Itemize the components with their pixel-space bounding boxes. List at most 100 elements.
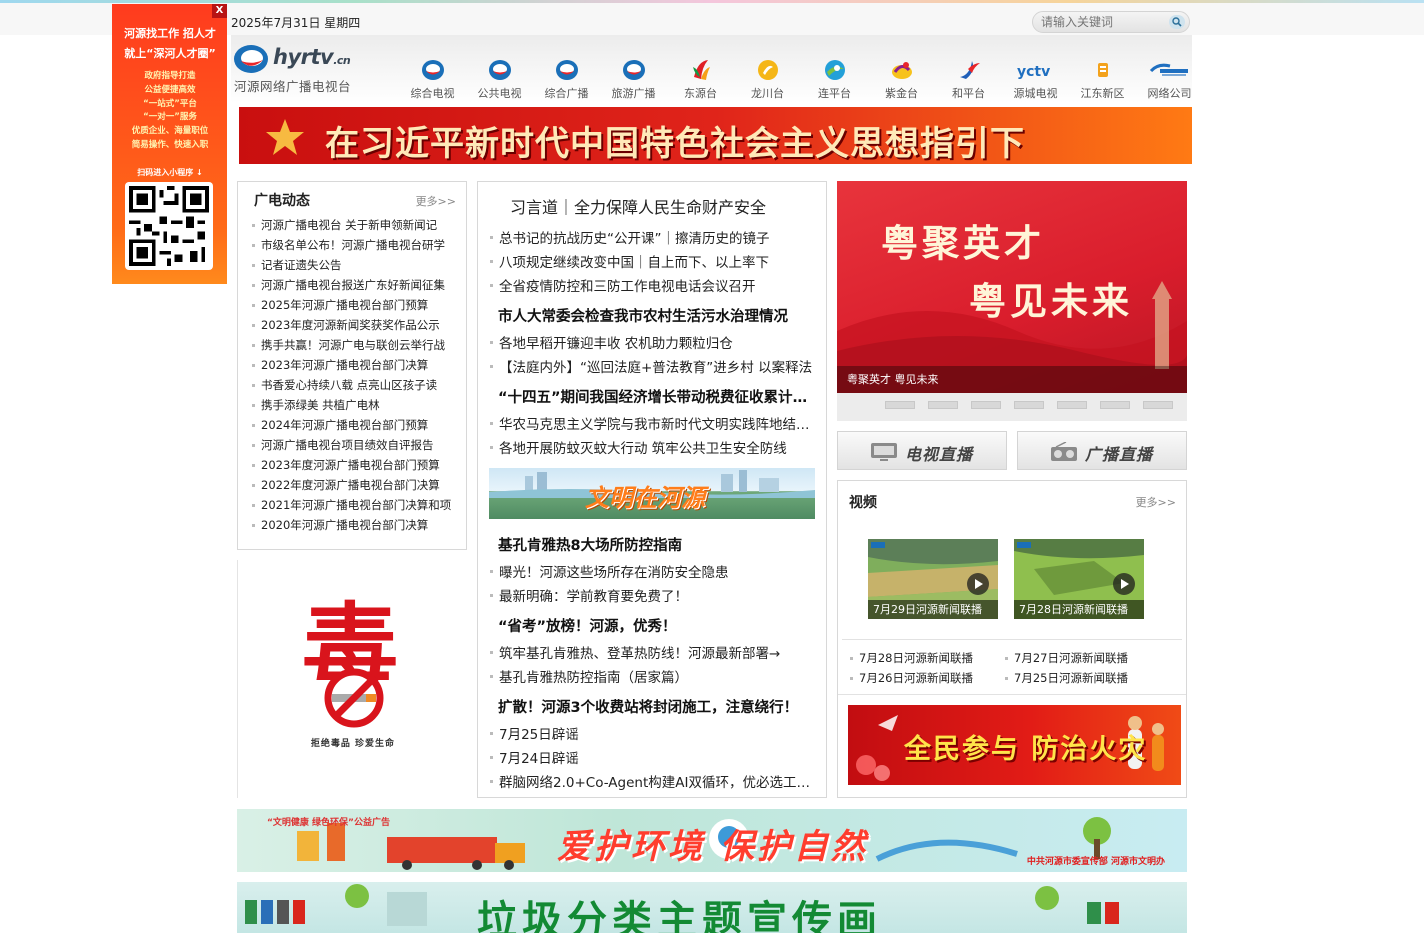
logo-wordmark: hyrtv.cn bbox=[273, 45, 351, 69]
headline[interactable]: 习言道｜全力保障人民生命财产安全 bbox=[510, 194, 766, 218]
section-title: 广电动态 bbox=[254, 193, 310, 209]
fire-prevention-banner[interactable]: 全民参与 防治火灾 bbox=[848, 705, 1181, 785]
fire-banner-text: 全民参与 防治火灾 bbox=[904, 734, 1148, 765]
news-link[interactable]: 华农马克思主义学院与我市新时代文明实践阵地结对共建 bbox=[490, 413, 820, 433]
slider-dot[interactable] bbox=[1057, 401, 1087, 409]
close-ad-button[interactable]: X bbox=[212, 4, 227, 18]
logo-suffix: .cn bbox=[333, 54, 351, 67]
site-logo[interactable]: hyrtv.cn 河源网络广播电视台 bbox=[233, 41, 388, 97]
tv-logo-icon bbox=[488, 60, 511, 80]
nav-item-jiangdong[interactable]: 江东新区 bbox=[1069, 57, 1136, 101]
list-item[interactable]: 2024年河源广播电视台部门预算 bbox=[252, 415, 451, 435]
video-caption: 7月29日河源新闻联播 bbox=[868, 600, 998, 619]
play-icon bbox=[967, 573, 989, 595]
news-link[interactable]: 八项规定继续改变中国｜自上而下、以上率下 bbox=[490, 251, 820, 271]
bold-headline[interactable]: “省考”放榜！河源，优秀！ bbox=[498, 615, 816, 636]
radio-live-button[interactable]: 广播直播 bbox=[1017, 431, 1187, 470]
slider-dot[interactable] bbox=[1143, 401, 1173, 409]
slogan-text: 在习近平新时代中国特色社会主义思想指引下 bbox=[325, 124, 1025, 164]
more-link[interactable]: 更多>> bbox=[1136, 494, 1176, 510]
video-link[interactable]: 7月26日河源新闻联播 bbox=[850, 670, 973, 686]
bold-headline[interactable]: 基孔肯雅热8大场所防控指南 bbox=[498, 534, 816, 555]
news-link[interactable]: 基孔肯雅热防控指南（居家篇） bbox=[490, 666, 820, 686]
more-link[interactable]: 更多>> bbox=[416, 193, 456, 209]
news-link[interactable]: 7月24日辟谣 bbox=[490, 747, 820, 767]
tv-live-button[interactable]: 电视直播 bbox=[837, 431, 1007, 470]
dongyuan-logo-icon bbox=[692, 60, 710, 80]
slogan-banner[interactable]: 在习近平新时代中国特色社会主义思想指引下 bbox=[239, 107, 1192, 164]
nav-item-lvyou-radio[interactable]: 旅游广播 bbox=[600, 57, 667, 101]
list-item[interactable]: 河源广播电视台 关于新申领新闻记 bbox=[252, 215, 451, 235]
nav-item-zonghe-radio[interactable]: 综合广播 bbox=[533, 57, 600, 101]
list-item[interactable]: 市级名单公布！河源广播电视台研学 bbox=[252, 235, 451, 255]
anti-drug-ad[interactable]: 毒 拒绝毒品 珍爱生命 bbox=[237, 560, 467, 798]
nav-item-longchuan[interactable]: 龙川台 bbox=[734, 57, 801, 101]
search-input[interactable] bbox=[1041, 14, 1159, 30]
hero-slider[interactable]: 粤聚英才 粤见未来 粤聚英才 粤见未来 bbox=[837, 181, 1187, 421]
nav-item-yuancheng[interactable]: yctv 源城电视 bbox=[1002, 57, 1069, 101]
list-item[interactable]: 2025年河源广播电视台部门预算 bbox=[252, 295, 451, 315]
tv-logo-icon bbox=[555, 60, 578, 80]
nav-label: 源城电视 bbox=[1013, 87, 1058, 100]
list-item[interactable]: 2023年河源广播电视台部门决算 bbox=[252, 355, 451, 375]
slider-dot[interactable] bbox=[1014, 401, 1044, 409]
news-link[interactable]: 筑牢基孔肯雅热、登革热防线！河源最新部署→ bbox=[490, 642, 820, 662]
floating-recruitment-ad[interactable]: X 河源找工作 招人才 就上“深河人才圈” 政府指导打造 公益便捷高效 “一站式… bbox=[112, 4, 227, 284]
nav-item-network[interactable]: 网络公司 bbox=[1136, 57, 1203, 101]
slider-dot[interactable] bbox=[928, 401, 958, 409]
nav-label: 连平台 bbox=[818, 87, 851, 100]
news-link[interactable]: 最新明确：学前教育要免费了！ bbox=[490, 585, 820, 605]
search-icon bbox=[1172, 17, 1182, 27]
search-box bbox=[1032, 11, 1190, 33]
list-item[interactable]: 2022年度河源广播电视台部门决算 bbox=[252, 475, 451, 495]
qr-code-icon bbox=[129, 186, 209, 266]
video-thumbnail[interactable]: 7月28日河源新闻联播 bbox=[1014, 539, 1144, 619]
list-item[interactable]: 2020年河源广播电视台部门决算 bbox=[252, 515, 451, 535]
video-link[interactable]: 7月25日河源新闻联播 bbox=[1005, 670, 1128, 686]
bold-headline[interactable]: 扩散！河源3个收费站将封闭施工，注意绕行！ bbox=[498, 696, 816, 717]
ad-line: “一对一”服务 bbox=[143, 112, 197, 123]
nav-label: 旅游广播 bbox=[611, 87, 656, 100]
news-link[interactable]: 【法庭内外】“巡回法庭+普法教育”进乡村 以案释法 bbox=[490, 356, 820, 376]
heping-logo-icon bbox=[959, 61, 980, 79]
bold-headline[interactable]: 市人大常委会检查我市农村生活污水治理情况 bbox=[498, 305, 816, 326]
nav-item-zijin[interactable]: 紫金台 bbox=[868, 57, 935, 101]
slider-dot[interactable] bbox=[971, 401, 1001, 409]
list-item[interactable]: 河源广播电视台报送广东好新闻征集 bbox=[252, 275, 451, 295]
slider-dot[interactable] bbox=[885, 401, 915, 409]
list-item[interactable]: 书香爱心持续八载 点亮山区孩子读 bbox=[252, 375, 451, 395]
wenming-banner[interactable]: 文明在河源 bbox=[489, 468, 815, 519]
news-link[interactable]: 各地早稻开镰迎丰收 农机助力颗粒归仓 bbox=[490, 332, 820, 352]
radio-icon bbox=[1051, 442, 1077, 461]
news-link[interactable]: 群脑网络2.0+Co-Agent构建AI双循环，优必选工业人形机器人 bbox=[490, 771, 820, 791]
list-item[interactable]: 2021年河源广播电视台部门决算和项 bbox=[252, 495, 451, 515]
list-item[interactable]: 携手共赢！河源广电与联创云举行战 bbox=[252, 335, 451, 355]
video-link[interactable]: 7月27日河源新闻联播 bbox=[1005, 650, 1128, 666]
garbage-sorting-banner[interactable]: 垃圾分类主题宣传画 bbox=[237, 882, 1187, 933]
news-link[interactable]: 曝光！河源这些场所存在消防安全隐患 bbox=[490, 561, 820, 581]
slider-dot[interactable] bbox=[1100, 401, 1130, 409]
news-link[interactable]: 7月25日辟谣 bbox=[490, 723, 820, 743]
list-item[interactable]: 2023年度河源广播电视台部门预算 bbox=[252, 455, 451, 475]
news-link[interactable]: 各地开展防蚊灭蚊大行动 筑牢公共卫生安全防线 bbox=[490, 437, 820, 457]
nav-item-lianping[interactable]: 连平台 bbox=[801, 57, 868, 101]
news-link[interactable]: 全省疫情防控和三防工作电视电话会议召开 bbox=[490, 275, 820, 295]
video-link[interactable]: 7月28日河源新闻联播 bbox=[850, 650, 973, 666]
list-item[interactable]: 河源广播电视台项目绩效自评报告 bbox=[252, 435, 451, 455]
news-link[interactable]: 总书记的抗战历史“公开课”｜擦清历史的镜子 bbox=[490, 227, 820, 247]
nav-item-dongyuan[interactable]: 东源台 bbox=[667, 57, 734, 101]
list-item[interactable]: 携手添绿美 共植广电林 bbox=[252, 395, 451, 415]
search-button[interactable] bbox=[1169, 15, 1185, 29]
logo-subtitle: 河源网络广播电视台 bbox=[234, 79, 352, 94]
list-item[interactable]: 2023年度河源新闻奖获奖作品公示 bbox=[252, 315, 451, 335]
nav-item-gonggong-tv[interactable]: 公共电视 bbox=[466, 57, 533, 101]
list-item[interactable]: 记者证遗失公告 bbox=[252, 255, 451, 275]
nav-item-heping[interactable]: 和平台 bbox=[935, 57, 1002, 101]
nav-item-zonghe-tv[interactable]: 综合电视 bbox=[399, 57, 466, 101]
nav-label: 综合电视 bbox=[410, 87, 455, 100]
bold-headline[interactable]: “十四五”期间我国经济增长带动税费征收累计增长 bbox=[498, 386, 816, 407]
video-thumbnail[interactable]: 7月29日河源新闻联播 bbox=[868, 539, 998, 619]
no-drugs-icon: 毒 bbox=[302, 594, 398, 728]
wenming-title: 文明在河源 bbox=[585, 484, 705, 512]
environment-banner[interactable]: “文明健康 绿色环保”公益广告 爱护环境 保护自然 中共河源市委宣传部 河源市文… bbox=[237, 809, 1187, 872]
